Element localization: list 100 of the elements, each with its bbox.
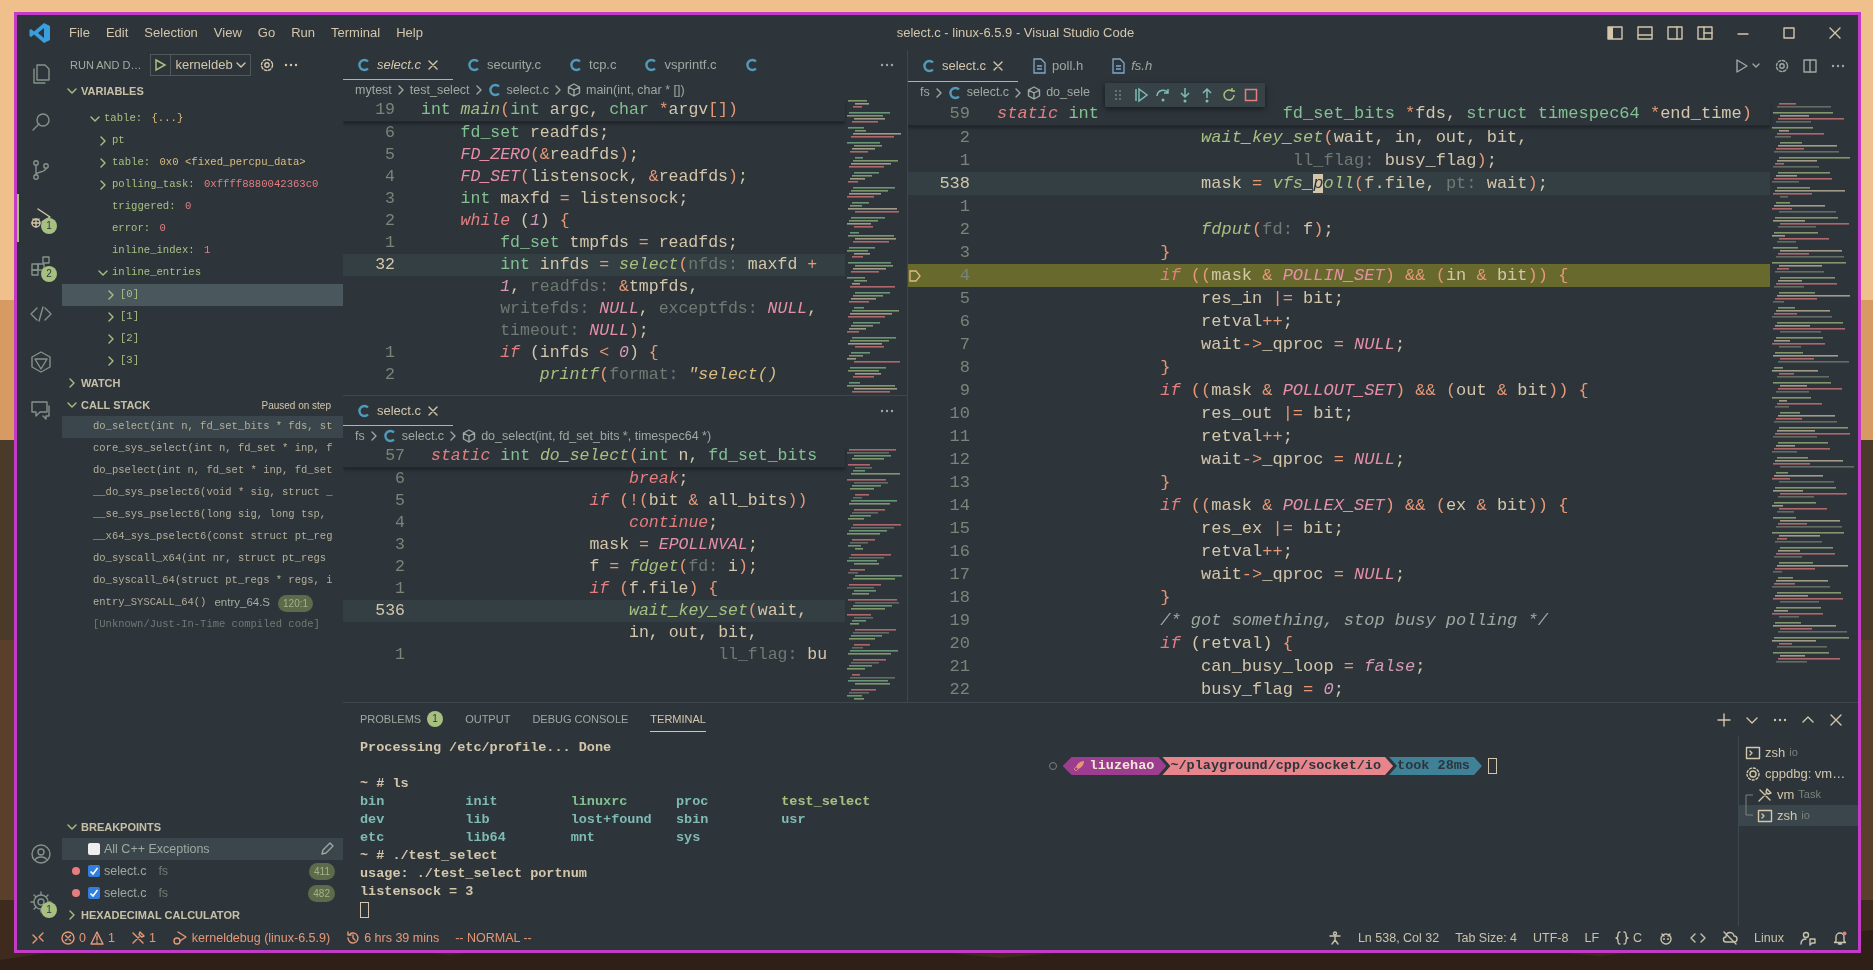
settings-icon[interactable]: [1774, 58, 1790, 74]
stack-frame[interactable]: __se_sys_pselect6(long sig, long tsp,: [62, 504, 343, 526]
menu-item[interactable]: View: [205, 22, 250, 43]
restart-icon[interactable]: [1221, 87, 1237, 103]
checkbox[interactable]: [88, 887, 100, 899]
close-icon[interactable]: [992, 59, 1005, 72]
menu-item[interactable]: File: [61, 22, 98, 43]
terminal-item[interactable]: cppdbg: vm…: [1739, 763, 1858, 784]
section-header[interactable]: WATCH: [62, 372, 343, 394]
ports-status[interactable]: 1: [130, 928, 156, 948]
add-icon[interactable]: [1716, 711, 1732, 728]
stack-frame[interactable]: __do_sys_pselect6(void * sig, struct _: [62, 482, 343, 504]
breadcrumb-item[interactable]: fs: [920, 83, 930, 102]
menu-item[interactable]: Selection: [136, 22, 206, 43]
status-item[interactable]: LF: [1584, 928, 1600, 948]
run-icon[interactable]: [153, 58, 167, 72]
terminal-item[interactable]: vm Task: [1739, 784, 1858, 805]
stack-frame[interactable]: __x64_sys_pselect6(const struct pt_reg: [62, 526, 343, 548]
variable-item[interactable]: error: 0: [62, 218, 343, 240]
panel-toggle-icon[interactable]: [1636, 23, 1654, 42]
sidebar-toggle-icon[interactable]: [1606, 23, 1624, 42]
variable-item[interactable]: inline_index: 1: [62, 240, 343, 262]
menu-item[interactable]: Terminal: [323, 22, 389, 43]
editor-tab[interactable]: fs.h: [1097, 50, 1167, 82]
checkbox[interactable]: [88, 865, 100, 877]
layout-icon[interactable]: [1696, 23, 1714, 42]
breadcrumb-item[interactable]: select.c: [401, 426, 445, 446]
settings-tab[interactable]: 1: [17, 878, 62, 926]
section-header[interactable]: CALL STACK Paused on step: [62, 394, 343, 416]
bell-icon[interactable]: [1832, 930, 1848, 946]
checkbox[interactable]: [88, 843, 100, 855]
stack-frame[interactable]: core_sys_select(int n, fd_set * inp, f: [62, 438, 343, 460]
section-header[interactable]: HEXADECIMAL CALCULATOR: [62, 904, 343, 926]
settings-icon[interactable]: [258, 57, 275, 73]
stack-frame[interactable]: do_syscall_x64(int nr, struct pt_regs: [62, 548, 343, 570]
remote-icon[interactable]: [31, 931, 45, 945]
variable-item[interactable]: [1]: [62, 306, 343, 328]
breakpoint-item[interactable]: select.c fs 482: [62, 882, 343, 904]
problems-status[interactable]: 0 1: [61, 928, 115, 948]
edit-icon[interactable]: [319, 841, 335, 857]
breadcrumb-item[interactable]: do_select(int, fd_set_bits *, timespec64 *): [481, 426, 712, 446]
editor-tab[interactable]: security.c: [453, 50, 555, 80]
panel-tab[interactable]: DEBUG CONSOLE: [532, 707, 629, 732]
editor-tab[interactable]: select.c: [343, 396, 454, 426]
stack-frame[interactable]: entry_SYSCALL_64() entry_64.S 120:1: [62, 592, 343, 614]
breadcrumb-item[interactable]: test_select: [409, 80, 470, 100]
menu-item[interactable]: Edit: [97, 22, 137, 43]
breadcrumb-item[interactable]: fs: [355, 426, 365, 446]
variable-item[interactable]: table: 0x0 <fixed_percpu_data>: [62, 152, 343, 174]
status-item[interactable]: UTF-8: [1533, 928, 1569, 948]
breadcrumb-item[interactable]: main(int, char * []): [585, 80, 685, 100]
accessibility-icon[interactable]: [1327, 931, 1342, 945]
menu-item[interactable]: Run: [283, 22, 323, 43]
editor-tab[interactable]: poll.h: [1018, 50, 1098, 82]
step-over-icon[interactable]: [1155, 87, 1171, 103]
variable-item[interactable]: pt: [62, 130, 343, 152]
terminal-item[interactable]: zsh io: [1739, 805, 1858, 826]
editor-tab[interactable]: tcp.c: [555, 50, 631, 80]
breakpoint-item[interactable]: select.c fs 411: [62, 860, 343, 882]
panel-tab[interactable]: OUTPUT: [465, 707, 511, 732]
variable-item[interactable]: [0]: [62, 284, 343, 306]
stack-frame[interactable]: do_select(int n, fd_set_bits * fds, st: [62, 416, 343, 438]
section-header[interactable]: BREAKPOINTS: [62, 816, 343, 838]
close-icon[interactable]: [427, 58, 440, 71]
variable-item[interactable]: [3]: [62, 350, 343, 372]
breadcrumb-item[interactable]: select.c: [966, 83, 1010, 102]
stop-icon[interactable]: [1243, 87, 1259, 103]
maximize-icon[interactable]: [1781, 24, 1797, 41]
breadcrumb-item[interactable]: do_sele: [1046, 83, 1090, 102]
section-header[interactable]: VARIABLES: [62, 80, 343, 102]
split-editor-icon[interactable]: [1802, 58, 1818, 74]
status-item[interactable]: C: [1615, 928, 1643, 948]
breadcrumb-item[interactable]: select.c: [506, 80, 549, 100]
variable-item[interactable]: table: {...}: [62, 108, 343, 130]
stack-frame[interactable]: do_syscall_64(struct pt_regs * regs, i: [62, 570, 343, 592]
breadcrumb-item[interactable]: mytest: [355, 80, 392, 100]
timer-status[interactable]: 6 hrs 39 mins: [346, 928, 440, 948]
run-menu-icon[interactable]: [1734, 58, 1762, 74]
continue-icon[interactable]: [1133, 87, 1149, 103]
status-item[interactable]: Tab Size: 4: [1455, 928, 1518, 948]
status-item[interactable]: Ln 538, Col 32: [1357, 928, 1440, 948]
panel-tab[interactable]: PROBLEMS 1: [360, 707, 444, 732]
menu-item[interactable]: Help: [388, 22, 431, 43]
step-into-icon[interactable]: [1177, 87, 1193, 103]
variable-item[interactable]: polling_task: 0xffff8880042363c0: [62, 174, 343, 196]
launch-config[interactable]: kerneldeb: [149, 54, 251, 76]
panel-tab[interactable]: TERMINAL: [650, 707, 706, 732]
menu-item[interactable]: Go: [249, 22, 284, 43]
stack-frame[interactable]: do_pselect(int n, fd_set * inp, fd_set: [62, 460, 343, 482]
status-item[interactable]: Linux: [1754, 928, 1784, 948]
editor-tab[interactable]: select.c: [343, 50, 454, 80]
secondary-sidebar-icon[interactable]: [1666, 23, 1684, 42]
variable-item[interactable]: triggered: 0: [62, 196, 343, 218]
cloud-off-icon[interactable]: [1722, 930, 1739, 946]
feedback-icon[interactable]: [1800, 930, 1816, 946]
extensions-tab[interactable]: 2: [17, 242, 62, 290]
terminal-item[interactable]: zsh io: [1739, 742, 1858, 763]
editor-tab[interactable]: vsprintf.c: [630, 50, 731, 80]
debug-status[interactable]: kerneldebug (linux-6.5.9): [171, 928, 331, 948]
variable-item[interactable]: [2]: [62, 328, 343, 350]
